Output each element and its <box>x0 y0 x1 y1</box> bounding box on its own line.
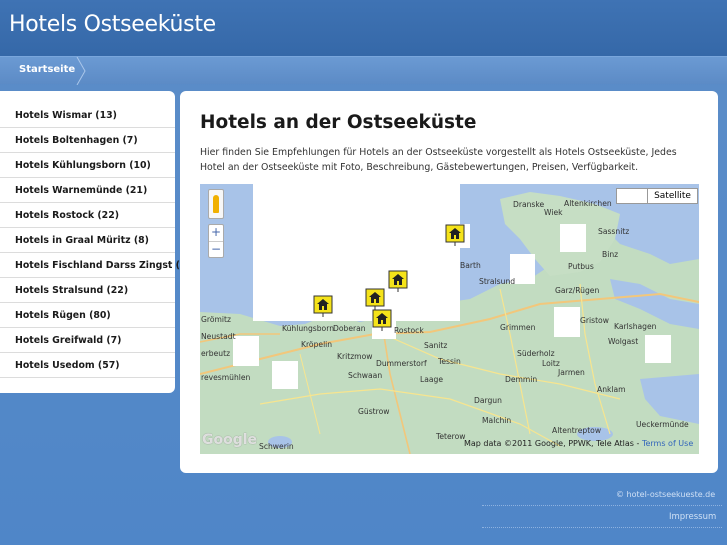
terms-of-use-link[interactable]: Terms of Use <box>642 439 693 448</box>
map-label: Rostock <box>394 326 424 335</box>
map-label: Barth <box>460 261 481 270</box>
sidebar-item-kuehlungsborn[interactable]: Hotels Kühlungsborn (10) <box>0 153 175 178</box>
map-label: Jarmen <box>558 368 585 377</box>
sidebar-item-boltenhagen[interactable]: Hotels Boltenhagen (7) <box>0 128 175 153</box>
map-label: Süderholz <box>517 349 555 358</box>
map-tile-gap <box>272 361 298 389</box>
map-label: Neustadt <box>201 332 236 341</box>
intro-text: Hier finden Sie Empfehlungen für Hotels … <box>200 147 677 173</box>
sidebar-item-warnemuende[interactable]: Hotels Warnemünde (21) <box>0 178 175 203</box>
map-tile-gap <box>645 335 671 363</box>
map-label: revesmühlen <box>201 373 251 382</box>
map-label: Altenkirchen <box>564 199 612 208</box>
sidebar-item-rostock[interactable]: Hotels Rostock (22) <box>0 203 175 228</box>
impressum-link[interactable]: Impressum <box>669 512 716 522</box>
hotel-marker-icon[interactable] <box>372 309 392 331</box>
footer-divider <box>482 527 722 528</box>
map-attribution: Map data ©2011 Google, PPWK, Tele Atlas … <box>464 439 693 448</box>
street-view-pegman-icon[interactable] <box>208 189 224 219</box>
map-label: Dranske <box>513 200 545 209</box>
map-label: Demmin <box>505 375 538 384</box>
hotel-marker-icon[interactable] <box>365 288 385 310</box>
hotel-marker-icon[interactable] <box>445 224 465 246</box>
map-label: Schwerin <box>259 442 294 451</box>
hotel-map[interactable]: Dranske Altenkirchen Wiek Sassnitz Binz … <box>200 184 699 454</box>
map-label: Schwaan <box>348 371 383 380</box>
map-label: Kühlungsborn <box>282 324 335 333</box>
map-label: Grimmen <box>500 323 536 332</box>
map-label: Ueckermünde <box>636 420 689 429</box>
map-label: Wiek <box>544 208 563 217</box>
main-navigation: Startseite <box>0 56 727 85</box>
map-label: Putbus <box>568 262 594 271</box>
hotel-marker-icon[interactable] <box>313 295 333 317</box>
zoom-out-button[interactable]: − <box>209 241 223 257</box>
map-type-button[interactable] <box>616 188 647 204</box>
map-label: Kritzmow <box>337 352 373 361</box>
sidebar-item-usedom[interactable]: Hotels Usedom (57) <box>0 353 175 378</box>
nav-item-startseite[interactable]: Startseite <box>0 57 86 85</box>
main-content: Hotels an der Ostseeküste Hier finden Si… <box>180 91 718 473</box>
map-label: Teterow <box>436 432 466 441</box>
map-label: Karlshagen <box>614 322 657 331</box>
map-label: Stralsund <box>479 277 516 286</box>
map-label: Gristow <box>580 316 609 325</box>
map-label: Binz <box>602 250 619 259</box>
sidebar-item-fischland-darss-zingst[interactable]: Hotels Fischland Darss Zingst (9) <box>0 253 191 278</box>
site-title[interactable]: Hotels Ostseeküste <box>9 12 216 37</box>
page-title: Hotels an der Ostseeküste <box>200 112 477 133</box>
footer-copyright: © hotel-ostseekueste.de <box>616 490 716 499</box>
map-label: Loitz <box>542 359 560 368</box>
map-label: Dummerstorf <box>376 359 427 368</box>
zoom-control: + − <box>208 224 224 258</box>
map-label: Laage <box>420 375 444 384</box>
google-logo[interactable]: Google <box>202 432 257 448</box>
map-label: Sanitz <box>424 341 448 350</box>
map-label: Anklam <box>597 385 626 394</box>
map-tile-gap <box>560 224 586 252</box>
map-label: Sassnitz <box>598 227 630 236</box>
footer-divider <box>482 505 722 506</box>
map-label: Malchin <box>482 416 512 425</box>
map-label: Altentreptow <box>552 426 602 435</box>
sidebar-item-stralsund[interactable]: Hotels Stralsund (22) <box>0 278 175 303</box>
map-label: Wolgast <box>608 337 639 346</box>
map-label: Tessin <box>438 357 461 366</box>
breadcrumb-arrow-icon <box>76 57 86 85</box>
sidebar: Hotels Wismar (13) Hotels Boltenhagen (7… <box>0 91 191 393</box>
sidebar-item-wismar[interactable]: Hotels Wismar (13) <box>0 103 175 128</box>
map-tile-gap <box>554 307 580 337</box>
site-header: Hotels Ostseeküste <box>0 0 727 56</box>
satellite-button[interactable]: Satellite <box>647 188 698 204</box>
sidebar-item-ruegen[interactable]: Hotels Rügen (80) <box>0 303 175 328</box>
sidebar-item-greifwald[interactable]: Hotels Greifwald (7) <box>0 328 175 353</box>
map-label: Kröpelin <box>301 340 333 349</box>
map-label: Doberan <box>333 324 366 333</box>
sidebar-item-graal-mueritz[interactable]: Hotels in Graal Müritz (8) <box>0 228 175 253</box>
map-label: Dargun <box>474 396 502 405</box>
map-label: erbeutz <box>201 349 231 358</box>
hotel-marker-icon[interactable] <box>388 270 408 292</box>
map-label: Garz/Rügen <box>555 286 600 295</box>
map-label: Grömitz <box>201 315 231 324</box>
map-attribution-text: Map data ©2011 Google, PPWK, Tele Atlas … <box>464 439 642 448</box>
zoom-in-button[interactable]: + <box>209 225 223 241</box>
map-label: Güstrow <box>358 407 390 416</box>
map-tile-gap <box>253 184 460 321</box>
map-tile-gap <box>233 336 259 366</box>
sidebar-list: Hotels Wismar (13) Hotels Boltenhagen (7… <box>0 91 191 378</box>
